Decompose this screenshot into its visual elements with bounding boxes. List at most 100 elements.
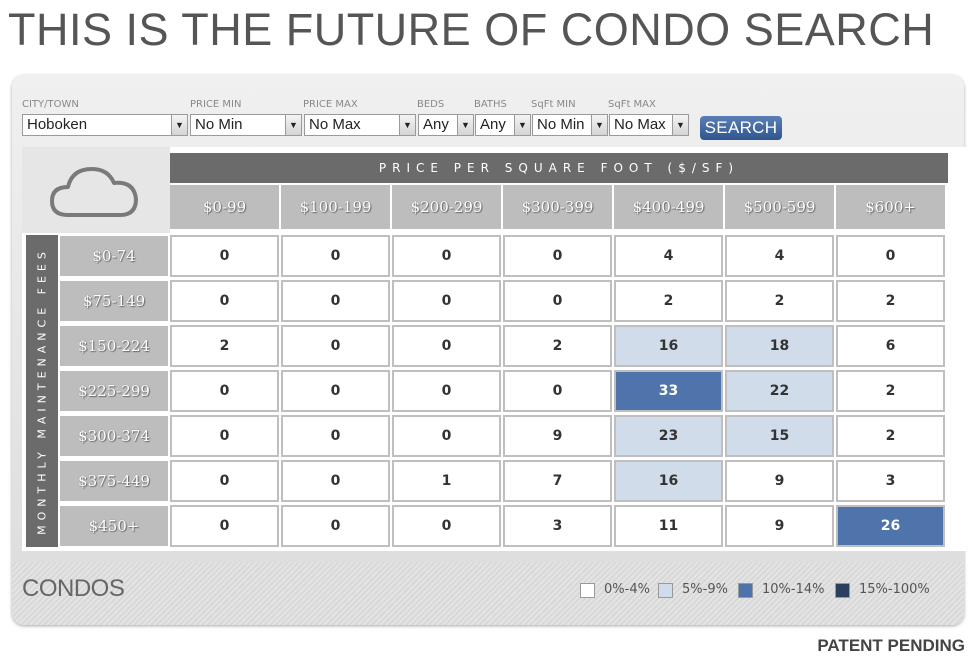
column-header: $100-199 — [281, 185, 390, 229]
price-max-select[interactable]: No Max ▼ — [304, 114, 416, 136]
beds-select[interactable]: Any ▼ — [418, 114, 474, 136]
price-per-sqft-header: PRICE PER SQUARE FOOT ($/SF) — [170, 153, 948, 183]
chevron-down-icon[interactable]: ▼ — [171, 115, 187, 135]
grid-cell[interactable]: 0 — [281, 460, 390, 502]
grid-cell[interactable]: 2 — [836, 370, 945, 412]
grid-cell[interactable]: 0 — [392, 505, 501, 547]
chevron-down-icon[interactable]: ▼ — [672, 115, 688, 135]
cloud-icon — [50, 167, 138, 217]
grid-cell[interactable]: 16 — [614, 460, 723, 502]
grid-cell[interactable]: 22 — [725, 370, 834, 412]
row-header: $225-299 — [60, 371, 168, 411]
grid-cell[interactable]: 0 — [281, 280, 390, 322]
grid-cell[interactable]: 0 — [392, 325, 501, 367]
maintenance-fees-header: MONTHLY MAINTENANCE FEES — [26, 235, 58, 547]
grid-cell[interactable]: 9 — [503, 415, 612, 457]
sqft-max-label: SqFt MAX — [608, 99, 656, 110]
grid-cell[interactable]: 0 — [503, 370, 612, 412]
city-select-value: Hoboken — [27, 116, 88, 133]
chevron-down-icon[interactable]: ▼ — [285, 115, 301, 135]
grid-cell[interactable]: 26 — [836, 505, 945, 547]
grid-cell[interactable]: 2 — [836, 415, 945, 457]
price-max-value: No Max — [309, 116, 361, 133]
city-select[interactable]: Hoboken ▼ — [22, 114, 188, 136]
sqft-min-label: SqFt MIN — [531, 99, 576, 110]
patent-notice: PATENT PENDING — [817, 636, 965, 655]
column-header: $600+ — [836, 185, 945, 229]
column-header: $300-399 — [503, 185, 612, 229]
chevron-down-icon[interactable]: ▼ — [457, 115, 473, 135]
grid-cell[interactable]: 0 — [392, 370, 501, 412]
maintenance-fees-label: MONTHLY MAINTENANCE FEES — [35, 247, 49, 535]
legend-swatch — [738, 583, 753, 598]
legend-label: 15%-100% — [859, 582, 930, 597]
grid-cell[interactable]: 0 — [170, 460, 279, 502]
grid-cell[interactable]: 4 — [614, 235, 723, 277]
grid-cell[interactable]: 23 — [614, 415, 723, 457]
heatmap-grid: PRICE PER SQUARE FOOT ($/SF) MONTHLY MAI… — [22, 147, 967, 551]
grid-cell[interactable]: 0 — [170, 235, 279, 277]
grid-cell[interactable]: 0 — [836, 235, 945, 277]
legend-swatch — [580, 583, 595, 598]
baths-value: Any — [480, 116, 506, 133]
grid-cell[interactable]: 2 — [170, 325, 279, 367]
grid-cell[interactable]: 3 — [836, 460, 945, 502]
sqft-max-value: No Max — [614, 116, 666, 133]
row-header: $75-149 — [60, 281, 168, 321]
beds-label: BEDS — [417, 99, 445, 110]
grid-cell[interactable]: 6 — [836, 325, 945, 367]
grid-cell[interactable]: 0 — [503, 235, 612, 277]
legend-swatch — [835, 583, 850, 598]
grid-cell[interactable]: 0 — [281, 235, 390, 277]
grid-cell[interactable]: 2 — [836, 280, 945, 322]
page-headline: THIS IS THE FUTURE OF CONDO SEARCH — [8, 4, 935, 55]
row-header: $300-374 — [60, 416, 168, 456]
sqft-max-select[interactable]: No Max ▼ — [609, 114, 689, 136]
grid-cell[interactable]: 0 — [170, 415, 279, 457]
legend-label: 5%-9% — [682, 582, 728, 597]
grid-cell[interactable]: 0 — [392, 235, 501, 277]
grid-cell[interactable]: 9 — [725, 505, 834, 547]
sqft-min-select[interactable]: No Min ▼ — [532, 114, 608, 136]
condo-search-panel: CITY/TOWN PRICE MIN PRICE MAX BEDS BATHS… — [12, 75, 967, 625]
grid-cell[interactable]: 0 — [281, 415, 390, 457]
sqft-min-value: No Min — [537, 116, 585, 133]
grid-cell[interactable]: 3 — [503, 505, 612, 547]
grid-cell[interactable]: 4 — [725, 235, 834, 277]
grid-cell[interactable]: 0 — [170, 280, 279, 322]
grid-cell[interactable]: 2 — [503, 325, 612, 367]
search-button[interactable]: SEARCH — [700, 116, 782, 140]
chevron-down-icon[interactable]: ▼ — [591, 115, 607, 135]
grid-cell[interactable]: 0 — [170, 505, 279, 547]
grid-cell[interactable]: 2 — [725, 280, 834, 322]
grid-cell[interactable]: 0 — [281, 505, 390, 547]
chevron-down-icon[interactable]: ▼ — [514, 115, 530, 135]
grid-cell[interactable]: 0 — [503, 280, 612, 322]
baths-select[interactable]: Any ▼ — [475, 114, 531, 136]
price-min-value: No Min — [195, 116, 243, 133]
grid-cell[interactable]: 2 — [614, 280, 723, 322]
grid-cell[interactable]: 1 — [392, 460, 501, 502]
column-header: $500-599 — [725, 185, 834, 229]
row-header: $150-224 — [60, 326, 168, 366]
price-min-select[interactable]: No Min ▼ — [190, 114, 302, 136]
grid-cell[interactable]: 0 — [281, 325, 390, 367]
chevron-down-icon[interactable]: ▼ — [399, 115, 415, 135]
grid-cell[interactable]: 9 — [725, 460, 834, 502]
category-label: CONDOS — [22, 575, 125, 602]
beds-value: Any — [423, 116, 449, 133]
grid-cell[interactable]: 16 — [614, 325, 723, 367]
price-min-label: PRICE MIN — [190, 99, 242, 110]
grid-cell[interactable]: 0 — [392, 280, 501, 322]
grid-cell[interactable]: 11 — [614, 505, 723, 547]
grid-cell[interactable]: 33 — [614, 370, 723, 412]
weather-cell — [22, 147, 170, 233]
price-max-label: PRICE MAX — [303, 99, 358, 110]
grid-cell[interactable]: 18 — [725, 325, 834, 367]
row-header: $450+ — [60, 506, 168, 546]
grid-cell[interactable]: 7 — [503, 460, 612, 502]
grid-cell[interactable]: 0 — [392, 415, 501, 457]
grid-cell[interactable]: 0 — [281, 370, 390, 412]
grid-cell[interactable]: 0 — [170, 370, 279, 412]
grid-cell[interactable]: 15 — [725, 415, 834, 457]
